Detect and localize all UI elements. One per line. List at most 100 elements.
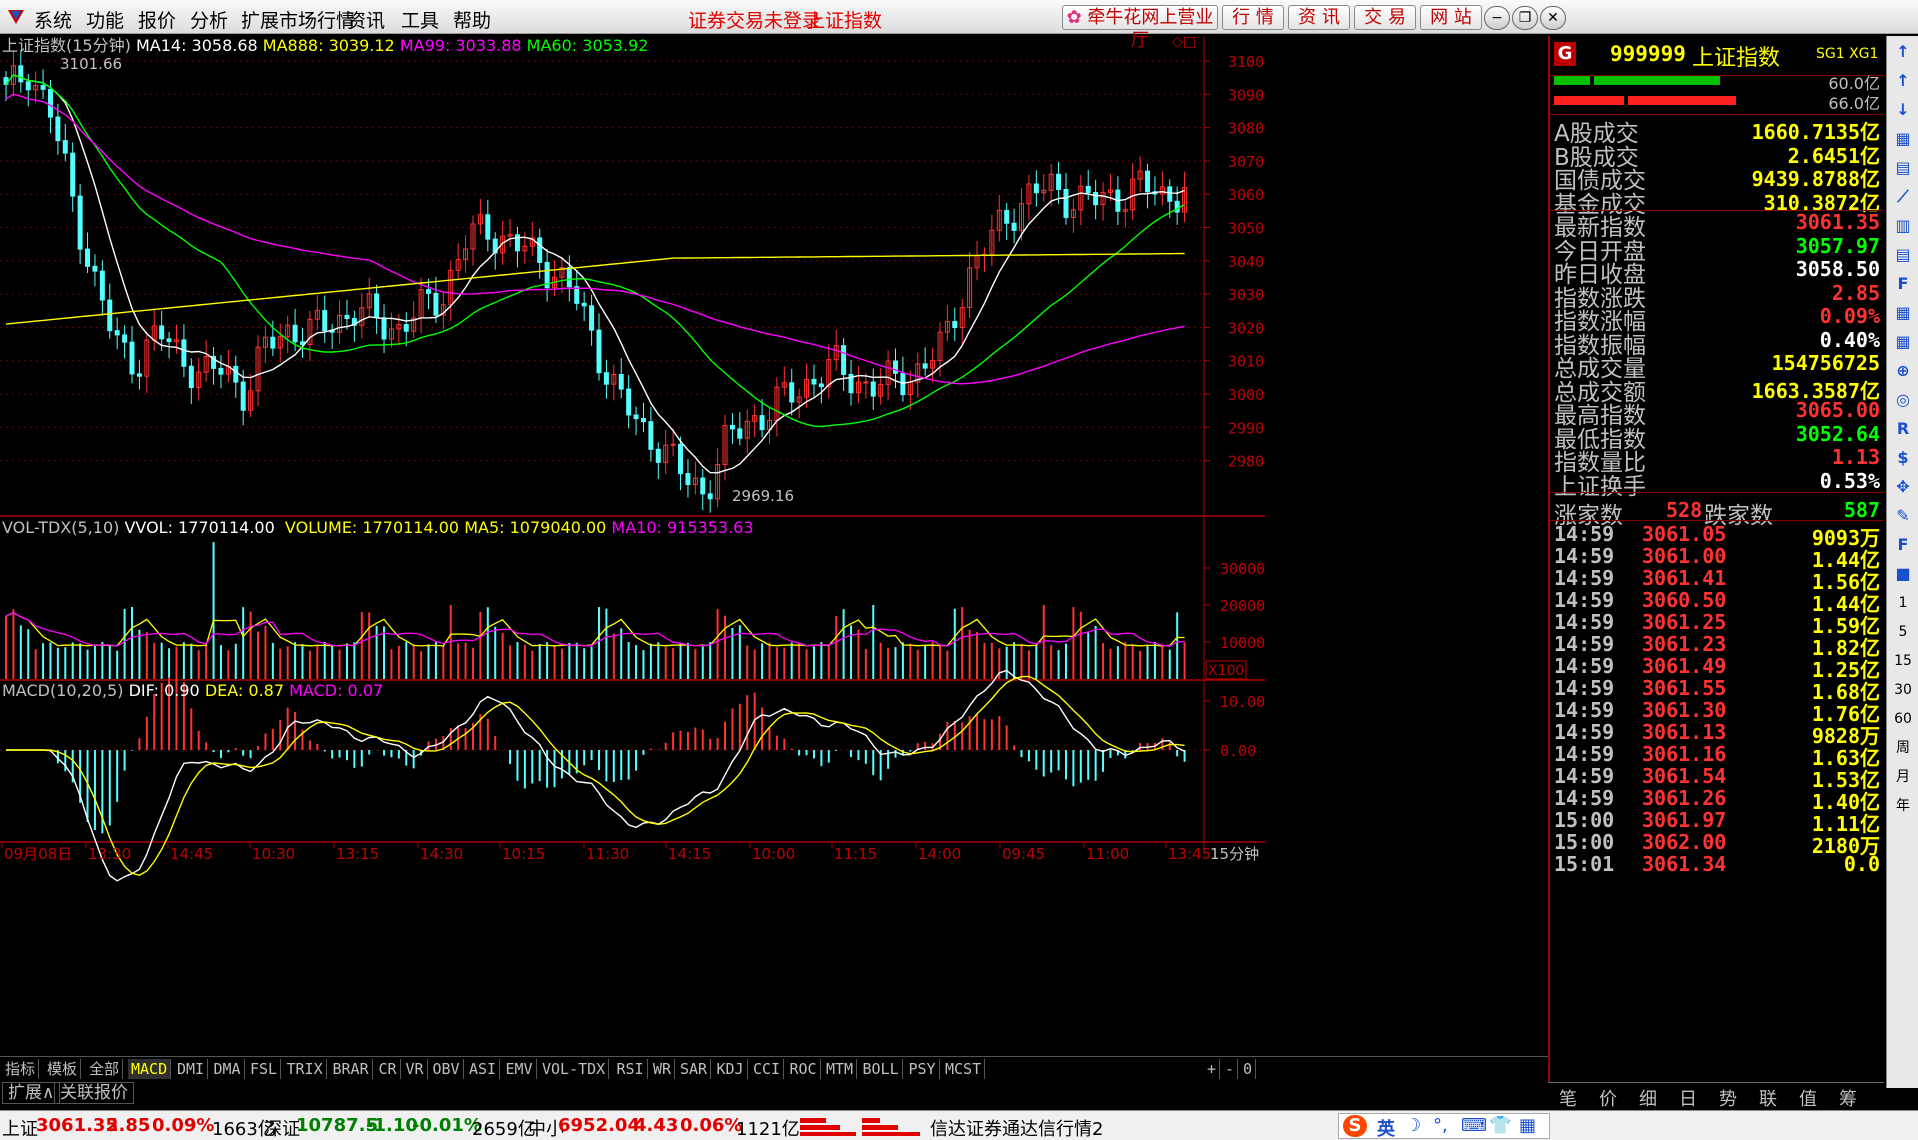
window-icon[interactable]: ■ [1891, 562, 1915, 586]
indicator-tab[interactable]: MCST [942, 1059, 986, 1079]
indicator-tab[interactable]: 全部 [86, 1059, 124, 1079]
ma60-legend: MA60: 3053.92 [526, 36, 649, 55]
chart-canvas[interactable]: 3100 3090 3080 3070 3060 3050 3040 3030 3020 3010… [0, 36, 1548, 1056]
period-5-icon[interactable]: 5 [1891, 620, 1915, 644]
calendar-icon[interactable]: ▦ [1891, 330, 1915, 354]
kline-icon[interactable]: ▥ [1891, 214, 1915, 238]
indicator-tab[interactable]: ASI [466, 1059, 501, 1079]
year-icon[interactable]: 年 [1891, 794, 1915, 818]
tick-price: 3061.54 [1642, 764, 1727, 788]
week-icon[interactable]: 周 [1891, 736, 1915, 760]
menu-function[interactable]: 功能 [86, 6, 124, 33]
money-icon[interactable]: $ [1891, 446, 1915, 470]
move-icon[interactable]: ✥ [1891, 475, 1915, 499]
indicator-tab[interactable]: PSY [906, 1059, 940, 1079]
indicator-tab[interactable]: VOL-TDX [539, 1059, 610, 1079]
indicator-tab[interactable]: OBV [430, 1059, 464, 1079]
quote-panel-tab[interactable]: 联 [1750, 1085, 1786, 1110]
indicator-tab[interactable]: DMA [211, 1059, 245, 1079]
quote-panel-tab[interactable]: 日 [1670, 1085, 1706, 1110]
indicator-tab[interactable]: CR [376, 1059, 401, 1079]
minimize-icon[interactable]: − [1484, 6, 1510, 30]
indicator-tab[interactable]: VR [403, 1059, 428, 1079]
candle-body [870, 381, 876, 397]
candle-body [589, 305, 595, 331]
indicator-tab[interactable]: TRIX [284, 1059, 327, 1079]
menu-help[interactable]: 帮助 [453, 6, 491, 33]
period-1-icon[interactable]: 1 [1891, 591, 1915, 615]
indicator-tab[interactable]: RSI [614, 1059, 648, 1079]
keyboard-icon[interactable]: ⌨ [1461, 1115, 1487, 1136]
report-icon[interactable]: ▦ [1891, 301, 1915, 325]
list-icon[interactable]: ▦ [1891, 127, 1915, 151]
indicator-tab[interactable]: 模板 [44, 1059, 82, 1079]
f10-icon[interactable]: F [1891, 272, 1915, 296]
clock-icon[interactable]: ◎ [1891, 388, 1915, 412]
website-button[interactable]: 网 站 [1420, 5, 1482, 30]
close-icon[interactable]: ✕ [1540, 6, 1566, 30]
period-60-icon[interactable]: 60 [1891, 707, 1915, 731]
ime-toolbar[interactable]: S 英 ☽ °, ⌨ 👕 ▦ [1338, 1113, 1550, 1140]
grid-icon[interactable]: ▦ [1519, 1115, 1536, 1136]
menu-system[interactable]: 系统 [34, 6, 72, 33]
news-icon[interactable]: ▤ [1891, 243, 1915, 267]
menu-tools[interactable]: 工具 [401, 6, 439, 33]
market-button[interactable]: 行 情 [1222, 5, 1284, 30]
quote-panel-tab[interactable]: 值 [1790, 1085, 1826, 1110]
indicator-tab[interactable]: KDJ [714, 1059, 748, 1079]
zoom-control-0[interactable]: + [1204, 1059, 1221, 1079]
indicator-tab[interactable]: DMI [174, 1059, 209, 1079]
f5-icon[interactable]: F [1891, 533, 1915, 557]
rsi-icon[interactable]: R [1891, 417, 1915, 441]
time-label: 09:45 [1002, 845, 1045, 863]
page-down-icon[interactable]: ↓ [1891, 98, 1915, 122]
zoom-control-1[interactable]: - [1222, 1059, 1239, 1079]
volume-legend-value: VOLUME: 1770114.00 [284, 518, 460, 537]
tick-row[interactable]: 15:01 3061.34 0.0 [1554, 852, 1880, 878]
month-icon[interactable]: 月 [1891, 765, 1915, 789]
up-arrow-icon[interactable]: ↑ [1891, 40, 1915, 64]
table-icon[interactable]: ▤ [1891, 156, 1915, 180]
quote-panel-tab[interactable]: 价 [1590, 1085, 1626, 1110]
quote-panel-tab[interactable]: 笔 [1550, 1085, 1586, 1110]
price-tick-label: 3070 [1228, 153, 1264, 171]
moon-icon[interactable]: ☽ [1405, 1115, 1421, 1136]
zoom-control-2[interactable]: 0 [1240, 1059, 1257, 1079]
page-up-icon[interactable]: ↑ [1891, 69, 1915, 93]
indicator-tab[interactable]: SAR [677, 1059, 712, 1079]
indicator-tab[interactable]: WR [650, 1059, 676, 1079]
quote-panel-tab[interactable]: 细 [1630, 1085, 1666, 1110]
time-label: 14:30 [420, 845, 463, 863]
indicator-tab[interactable]: BRAR [330, 1059, 373, 1079]
skin-icon[interactable]: 👕 [1489, 1115, 1511, 1136]
indicator-tab[interactable]: BOLL [860, 1059, 903, 1079]
extend-tab[interactable]: 扩展∧ [2, 1082, 61, 1104]
quote-panel-tab[interactable]: 筹 [1830, 1085, 1866, 1110]
indicator-tab[interactable]: MTM [823, 1059, 858, 1079]
indicator-tab[interactable]: ROC [787, 1059, 821, 1079]
related-quote-tab[interactable]: 关联报价 [54, 1082, 134, 1104]
period-15-icon[interactable]: 15 [1891, 649, 1915, 673]
restore-icon[interactable]: ❐ [1512, 6, 1538, 30]
punct-icon[interactable]: °, [1433, 1115, 1448, 1136]
ime-mode[interactable]: 英 [1377, 1115, 1395, 1140]
indicator-tab[interactable]: EMV [503, 1059, 537, 1079]
time-label: 14:00 [918, 845, 961, 863]
news-button[interactable]: 资 讯 [1288, 5, 1350, 30]
kline-chart-area[interactable]: 3100 3090 3080 3070 3060 3050 3040 3030 3020 3010… [0, 36, 1548, 1036]
pencil-icon[interactable]: ✎ [1891, 504, 1915, 528]
menu-info[interactable]: 资讯 [347, 6, 385, 33]
globe-icon[interactable]: ⊕ [1891, 359, 1915, 383]
menu-analysis[interactable]: 分析 [190, 6, 228, 33]
broker-hall-button[interactable]: ✿ 牵牛花网上营业厅 [1062, 5, 1218, 51]
period-30-icon[interactable]: 30 [1891, 678, 1915, 702]
indicator-tab[interactable]: CCI [750, 1059, 785, 1079]
quote-panel-tab[interactable]: 势 [1710, 1085, 1746, 1110]
trend-icon[interactable]: ⟋ [1891, 185, 1915, 209]
menu-quote[interactable]: 报价 [138, 6, 176, 33]
indicator-tab[interactable]: MACD [128, 1059, 172, 1079]
indicator-tab[interactable]: FSL [247, 1059, 282, 1079]
menu-extended-market[interactable]: 扩展市场行情 [241, 6, 355, 33]
trade-button[interactable]: 交 易 [1354, 5, 1416, 30]
indicator-tab[interactable]: 指标 [2, 1059, 40, 1079]
